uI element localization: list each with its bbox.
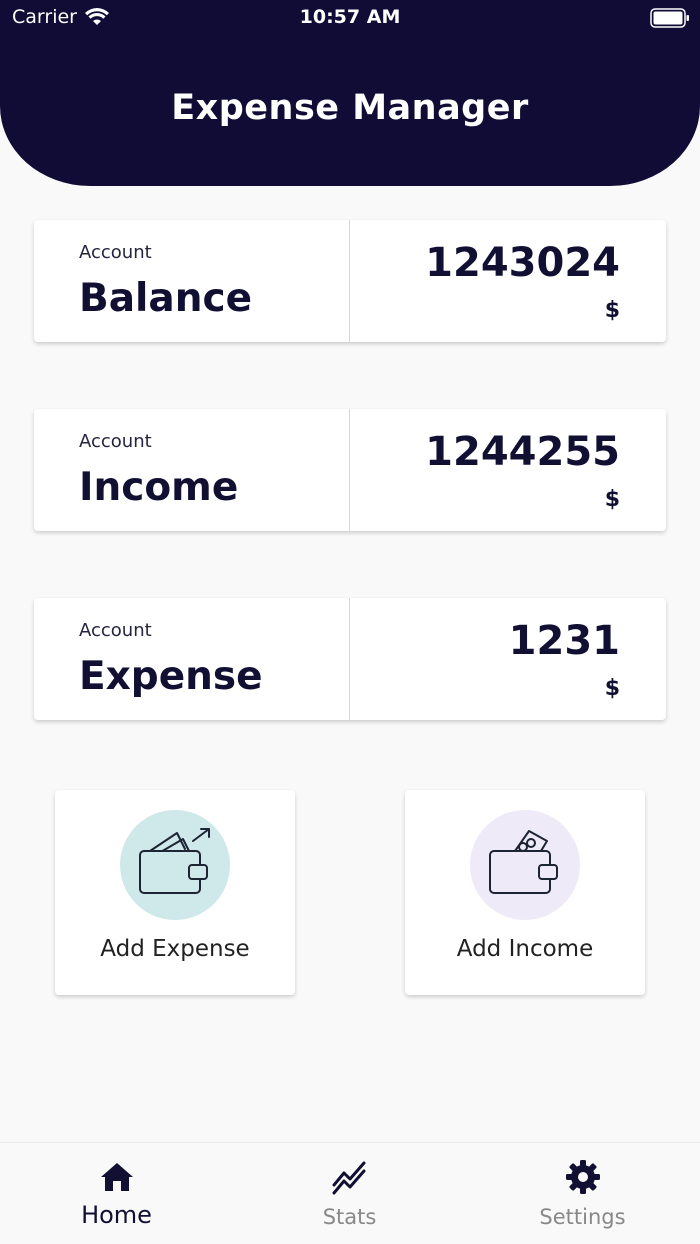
- status-bar: Carrier 10:57 AM: [0, 0, 700, 38]
- card-title: Expense: [79, 654, 263, 699]
- nav-stats-label: Stats: [322, 1205, 377, 1229]
- card-label-section: Account Expense: [34, 598, 350, 720]
- card-label-section: Account Balance: [34, 220, 350, 342]
- header-bar: Carrier 10:57 AM Expense Manager: [0, 0, 700, 186]
- bottom-navigation: Home Stats Settings: [0, 1142, 700, 1244]
- home-icon: [100, 1163, 133, 1191]
- add-income-icon-circle: [470, 810, 580, 920]
- currency-label: $: [604, 487, 620, 512]
- add-expense-icon-circle: [120, 810, 230, 920]
- add-income-button[interactable]: Add Income: [405, 790, 645, 995]
- card-title: Income: [79, 465, 239, 510]
- nav-item-settings[interactable]: Settings: [466, 1143, 699, 1244]
- add-expense-label: Add Expense: [100, 936, 250, 962]
- add-income-label: Add Income: [456, 936, 594, 962]
- card-subtitle: Account: [79, 620, 152, 641]
- wallet-in-icon: [489, 830, 558, 894]
- card-subtitle: Account: [79, 242, 152, 263]
- nav-item-stats[interactable]: Stats: [233, 1143, 466, 1244]
- stats-icon: [332, 1161, 365, 1195]
- currency-label: $: [604, 298, 620, 323]
- status-time: 10:57 AM: [299, 6, 401, 28]
- card-title: Balance: [79, 276, 253, 321]
- add-expense-button[interactable]: Add Expense: [55, 790, 295, 995]
- card-label-section: Account Income: [34, 409, 350, 531]
- income-value: 1244255: [425, 429, 620, 475]
- page-title: Expense Manager: [171, 88, 529, 128]
- currency-label: $: [604, 676, 620, 701]
- gear-icon: [565, 1160, 600, 1194]
- card-value-section: 1244255 $: [350, 409, 666, 531]
- balance-value: 1243024: [425, 240, 620, 286]
- balance-card[interactable]: Account Balance 1243024 $: [34, 220, 666, 342]
- battery-icon: [650, 8, 689, 28]
- expense-value: 1231: [508, 618, 620, 664]
- nav-item-home[interactable]: Home: [0, 1143, 233, 1244]
- expense-card[interactable]: Account Expense 1231 $: [34, 598, 666, 720]
- nav-settings-label: Settings: [539, 1205, 626, 1229]
- income-card[interactable]: Account Income 1244255 $: [34, 409, 666, 531]
- card-subtitle: Account: [79, 431, 152, 452]
- card-value-section: 1231 $: [350, 598, 666, 720]
- wallet-out-icon: [139, 828, 210, 894]
- card-value-section: 1243024 $: [350, 220, 666, 342]
- nav-home-label: Home: [81, 1201, 152, 1229]
